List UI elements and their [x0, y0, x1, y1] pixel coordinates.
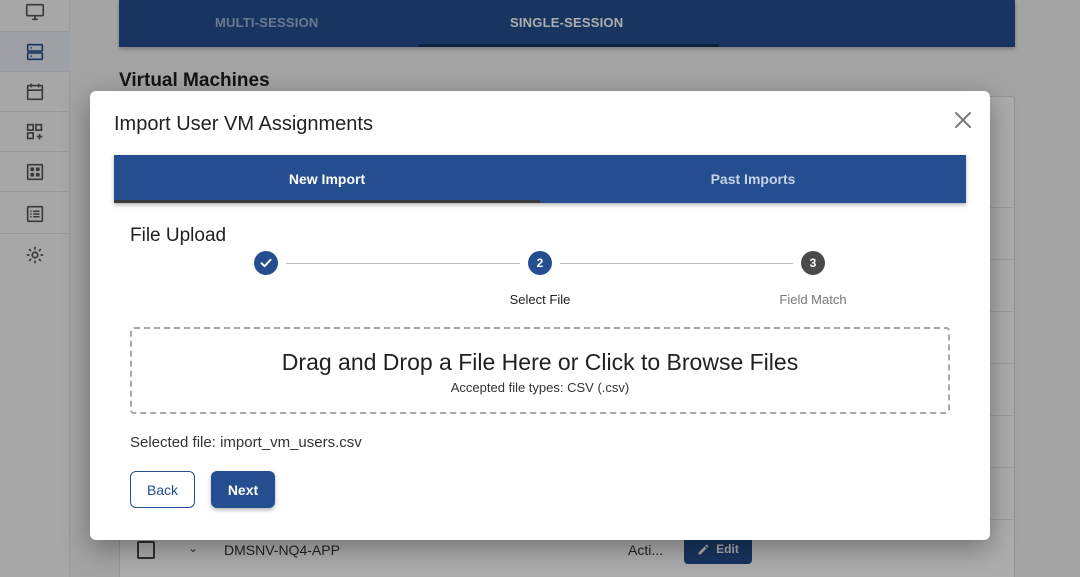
selected-file-name: import_vm_users.csv: [220, 434, 362, 451]
tab-active-indicator: [114, 200, 540, 203]
selected-file-label: Selected file:: [130, 434, 216, 451]
step-3-label: Field Match: [779, 292, 847, 307]
step-1-completed: [254, 251, 278, 275]
back-button[interactable]: Back: [130, 471, 195, 508]
import-tabs: New Import Past Imports: [114, 155, 966, 203]
close-icon: [955, 112, 971, 128]
dialog-title: Import User VM Assignments: [114, 113, 373, 135]
file-dropzone[interactable]: Drag and Drop a File Here or Click to Br…: [130, 327, 950, 414]
step-2-label: Select File: [509, 292, 571, 307]
step-connector: [560, 263, 793, 264]
next-button[interactable]: Next: [211, 471, 275, 508]
checkmark-icon: [260, 258, 272, 268]
tab-new-import[interactable]: New Import: [114, 155, 540, 203]
step-3-pending: 3: [801, 251, 825, 275]
tab-past-imports[interactable]: Past Imports: [540, 155, 966, 203]
section-title: File Upload: [130, 225, 227, 246]
step-connector: [286, 263, 520, 264]
close-button[interactable]: [952, 109, 974, 131]
step-2-active: 2: [528, 251, 552, 275]
dropzone-instructions: Drag and Drop a File Here or Click to Br…: [281, 349, 799, 375]
selected-file-text: Selected file: import_vm_users.csv: [130, 434, 362, 451]
import-dialog: Import User VM Assignments New Import Pa…: [90, 91, 990, 540]
accepted-file-types: Accepted file types: CSV (.csv): [450, 380, 630, 395]
